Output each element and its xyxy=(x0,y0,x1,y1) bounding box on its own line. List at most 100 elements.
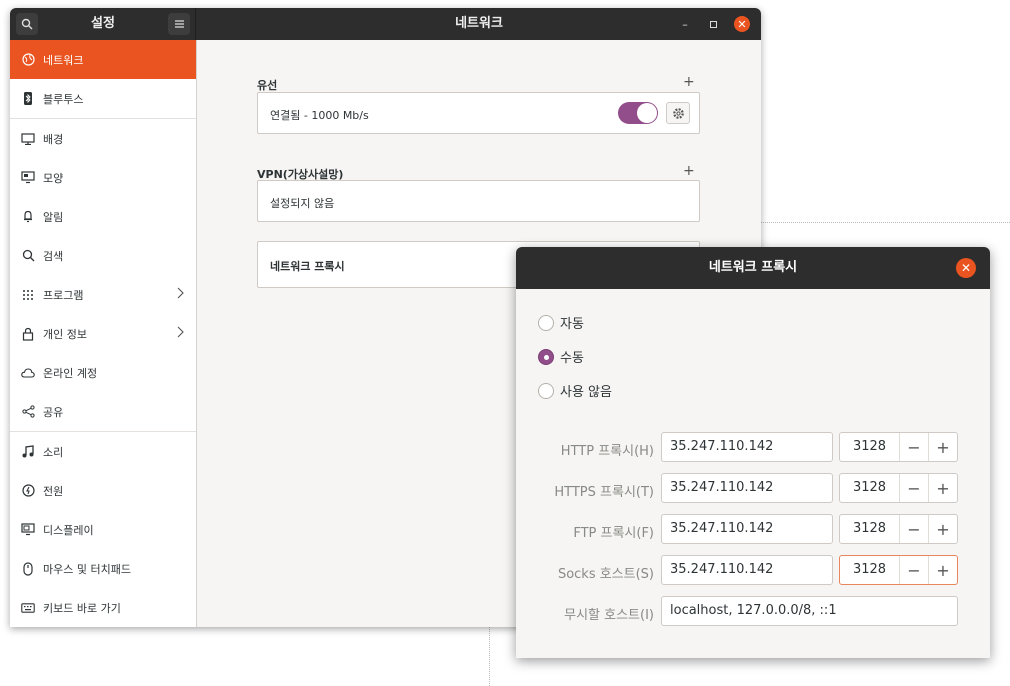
vpn-status: 설정되지 않음 xyxy=(270,197,335,210)
https-proxy-port-spinner[interactable]: 3128 − + xyxy=(839,473,958,503)
proxy-mode-manual[interactable]: 수동 xyxy=(538,347,584,366)
increment-button[interactable]: + xyxy=(928,515,957,543)
plus-icon: + xyxy=(936,478,950,498)
power-icon xyxy=(21,484,35,498)
sidebar-item-label: 검색 xyxy=(43,249,64,263)
sidebar-item-power[interactable]: 전원 xyxy=(10,471,196,510)
search-icon xyxy=(21,18,33,30)
mouse-icon xyxy=(21,561,35,576)
cloud-icon xyxy=(21,366,35,380)
close-button[interactable]: ✕ xyxy=(734,16,750,32)
port-value[interactable]: 3128 xyxy=(840,515,899,543)
port-value[interactable]: 3128 xyxy=(840,556,899,584)
plus-icon: + xyxy=(683,74,695,90)
sidebar-item-sharing[interactable]: 공유 xyxy=(10,392,196,431)
sidebar-item-label: 개인 정보 xyxy=(43,327,87,341)
maximize-button[interactable] xyxy=(705,16,721,32)
sidebar-item-sound[interactable]: 소리 xyxy=(10,432,196,471)
titlebar: 설정 네트워크 – ✕ xyxy=(10,8,761,40)
dialog-close-button[interactable]: ✕ xyxy=(956,258,976,278)
socks-host-input[interactable]: 35.247.110.142 xyxy=(661,555,833,585)
gear-icon xyxy=(672,107,684,119)
proxy-mode-disabled[interactable]: 사용 않음 xyxy=(538,381,612,400)
proxy-mode-automatic[interactable]: 자동 xyxy=(538,313,584,332)
wired-settings-button[interactable] xyxy=(666,102,690,124)
sidebar-item-bluetooth[interactable]: 블루투스 xyxy=(10,79,196,118)
sidebar-title: 설정 xyxy=(91,16,115,31)
sidebar-item-applications[interactable]: 프로그램 xyxy=(10,275,196,314)
radio-label: 자동 xyxy=(560,317,584,332)
search-button[interactable] xyxy=(16,13,38,35)
ftp-proxy-label: FTP 프록시(F) xyxy=(573,526,654,541)
close-icon: ✕ xyxy=(960,261,972,275)
radio-label: 수동 xyxy=(560,351,584,366)
ftp-proxy-port-spinner[interactable]: 3128 − + xyxy=(839,514,958,544)
wired-toggle[interactable] xyxy=(618,102,658,124)
port-value[interactable]: 3128 xyxy=(840,433,899,461)
sidebar-item-background[interactable]: 배경 xyxy=(10,119,196,158)
socks-port-spinner[interactable]: 3128 − + xyxy=(839,555,958,585)
increment-button[interactable]: + xyxy=(928,556,957,584)
radio-button[interactable] xyxy=(538,314,554,331)
https-proxy-host-input[interactable]: 35.247.110.142 xyxy=(661,473,833,503)
share-icon xyxy=(21,405,35,419)
dialog-title: 네트워크 프록시 xyxy=(516,247,990,289)
sidebar-item-display[interactable]: 디스플레이 xyxy=(10,510,196,549)
plus-icon: + xyxy=(936,437,950,457)
decrement-button[interactable]: − xyxy=(899,474,928,502)
sidebar-item-label: 알림 xyxy=(43,210,64,224)
sidebar-item-mouse-touchpad[interactable]: 마우스 및 터치패드 xyxy=(10,549,196,588)
ignore-hosts-input[interactable]: localhost, 127.0.0.0/8, ::1 xyxy=(661,596,958,626)
network-proxy-dialog: 네트워크 프록시 ✕ 자동 수동 사용 않음 HTTP 프록시(H) 35.24… xyxy=(516,247,990,658)
http-proxy-host-input[interactable]: 35.247.110.142 xyxy=(661,432,833,462)
appearance-icon xyxy=(21,171,35,185)
sidebar-item-label: 프로그램 xyxy=(43,288,84,302)
decrement-button[interactable]: − xyxy=(899,556,928,584)
http-proxy-port-spinner[interactable]: 3128 − + xyxy=(839,432,958,462)
decrement-button[interactable]: − xyxy=(899,515,928,543)
ignore-hosts-label: 무시할 호스트(I) xyxy=(564,608,654,623)
sidebar-item-label: 전원 xyxy=(43,484,64,498)
background-icon xyxy=(21,132,35,146)
hamburger-icon xyxy=(174,20,184,28)
add-vpn-button[interactable]: + xyxy=(683,163,695,179)
vpn-row: 설정되지 않음 xyxy=(257,180,700,222)
sidebar-item-label: 블루투스 xyxy=(43,92,84,106)
plus-icon: + xyxy=(936,560,950,580)
bell-icon xyxy=(21,210,35,224)
https-proxy-label: HTTPS 프록시(T) xyxy=(554,485,654,500)
maximize-icon xyxy=(709,20,717,28)
sidebar-item-network[interactable]: 네트워크 xyxy=(10,40,196,79)
sidebar-item-label: 온라인 계정 xyxy=(43,366,98,380)
menu-button[interactable] xyxy=(168,13,190,35)
minus-icon: − xyxy=(907,437,921,457)
radio-button[interactable] xyxy=(538,348,554,365)
decrement-button[interactable]: − xyxy=(899,433,928,461)
sidebar-item-label: 마우스 및 터치패드 xyxy=(43,562,131,576)
plus-icon: + xyxy=(683,163,695,179)
sidebar-item-appearance[interactable]: 모양 xyxy=(10,158,196,197)
sidebar-item-label: 키보드 바로 가기 xyxy=(43,601,121,615)
add-wired-button[interactable]: + xyxy=(683,74,695,90)
chevron-right-icon xyxy=(177,287,184,299)
sidebar-item-label: 모양 xyxy=(43,171,64,185)
port-value[interactable]: 3128 xyxy=(840,474,899,502)
http-proxy-label: HTTP 프록시(H) xyxy=(560,444,654,459)
sidebar-item-online-accounts[interactable]: 온라인 계정 xyxy=(10,353,196,392)
sidebar-item-keyboard-shortcuts[interactable]: 키보드 바로 가기 xyxy=(10,588,196,627)
sidebar-item-search[interactable]: 검색 xyxy=(10,236,196,275)
increment-button[interactable]: + xyxy=(928,474,957,502)
sidebar-item-notifications[interactable]: 알림 xyxy=(10,197,196,236)
increment-button[interactable]: + xyxy=(928,433,957,461)
minimize-button[interactable]: – xyxy=(677,16,693,32)
sidebar-item-label: 배경 xyxy=(43,132,64,146)
lock-icon xyxy=(21,327,35,341)
keyboard-icon xyxy=(21,601,35,615)
ftp-proxy-host-input[interactable]: 35.247.110.142 xyxy=(661,514,833,544)
minus-icon: − xyxy=(907,519,921,539)
sidebar-item-privacy[interactable]: 개인 정보 xyxy=(10,314,196,353)
network-proxy-label: 네트워크 프록시 xyxy=(270,260,345,273)
sidebar-header: 설정 xyxy=(10,8,196,40)
radio-button[interactable] xyxy=(538,382,554,399)
sidebar-item-label: 디스플레이 xyxy=(43,523,94,537)
